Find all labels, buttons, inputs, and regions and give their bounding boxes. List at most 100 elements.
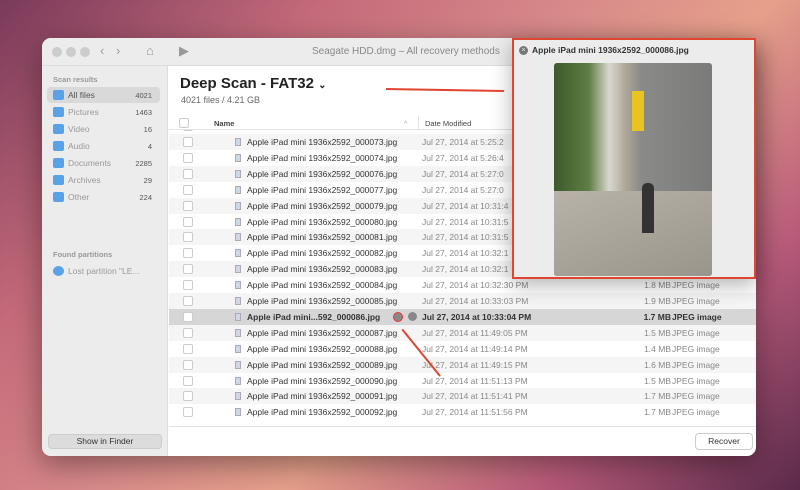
picture-icon: [53, 107, 64, 117]
minimize-window-button[interactable]: [66, 47, 76, 57]
image-file-icon: [235, 344, 241, 353]
file-name: Apple iPad mini 1936x2592_000092.jpg: [247, 407, 398, 418]
file-name: Apple iPad mini 1936x2592_000085.jpg: [247, 296, 398, 306]
sidebar-item-count: 2285: [135, 158, 152, 168]
file-date: Jul 27, 2014 at 11:51:13 PM: [422, 375, 528, 386]
folder-icon: [53, 192, 64, 202]
row-checkbox[interactable]: [183, 248, 193, 259]
archive-icon: [53, 175, 64, 185]
file-kind: JPEG image: [672, 296, 720, 306]
column-name[interactable]: Name: [214, 119, 234, 128]
file-name: Apple iPad mini 1936x2592_000083.jpg: [247, 264, 398, 275]
image-file-icon: [235, 281, 241, 290]
row-checkbox[interactable]: [183, 168, 193, 179]
table-row[interactable]: Apple iPad mini 1936x2592_000090.jpg Jul …: [169, 373, 756, 389]
row-checkbox[interactable]: [183, 343, 193, 354]
preview-popup: × Apple iPad mini 1936x2592_000086.jpg: [512, 38, 756, 279]
row-checkbox[interactable]: [183, 327, 193, 338]
file-size: 1.8 MB: [644, 280, 671, 291]
preview-eye-icon[interactable]: [393, 311, 403, 322]
chevron-down-icon: ⌄: [318, 80, 327, 91]
row-checkbox[interactable]: [183, 407, 193, 418]
table-row[interactable]: Apple iPad mini 1936x2592_000088.jpg Jul …: [169, 341, 756, 357]
row-checkbox[interactable]: [183, 375, 193, 386]
row-checkbox[interactable]: [183, 296, 193, 306]
file-date: Jul 27, 2014 at 11:49:14 PM: [422, 343, 528, 354]
row-checkbox[interactable]: [183, 216, 193, 227]
sidebar-item-count: 16: [143, 124, 152, 134]
table-row[interactable]: Apple iPad mini 1936x2592_000085.jpg Jul …: [169, 293, 756, 309]
sidebar-item-lost-partition[interactable]: Lost partition "LE...: [47, 263, 160, 279]
image-file-icon: [235, 217, 241, 226]
recover-button[interactable]: Recover: [695, 433, 753, 450]
sidebar-item-all-files[interactable]: All files 4021: [47, 87, 160, 103]
file-date: Jul 27, 2014 at 10:31:5: [422, 216, 509, 227]
zoom-window-button[interactable]: [80, 47, 90, 57]
partition-label: Lost partition "LE...: [68, 266, 140, 276]
sidebar-item-label: Archives: [68, 175, 101, 185]
show-in-finder-button[interactable]: Show in Finder: [48, 434, 162, 449]
preview-image: [554, 63, 712, 276]
file-kind: JPEG image: [672, 343, 720, 354]
file-date: Jul 27, 2014 at 10:32:30 PM: [422, 280, 529, 291]
row-checkbox[interactable]: [183, 232, 193, 243]
image-file-icon: [235, 249, 241, 258]
select-all-checkbox[interactable]: [179, 118, 189, 128]
row-checkbox[interactable]: [183, 359, 193, 370]
file-size: 1.7 MB: [644, 391, 671, 402]
forward-icon[interactable]: ›: [116, 43, 120, 58]
column-date-modified[interactable]: Date Modified: [425, 119, 471, 128]
row-checkbox[interactable]: [183, 280, 193, 291]
file-date: Jul 27, 2014 at 10:31:4: [422, 200, 509, 211]
table-row[interactable]: Apple iPad mini 1936x2592_000091.jpg Jul …: [169, 388, 756, 405]
image-file-icon: [235, 233, 241, 242]
preview-title: Apple iPad mini 1936x2592_000086.jpg: [532, 45, 689, 55]
close-window-button[interactable]: [52, 47, 62, 57]
file-date: Jul 27, 2014 at 11:51:56 PM: [422, 407, 528, 418]
row-checkbox[interactable]: [183, 137, 193, 147]
row-checkbox[interactable]: [183, 184, 193, 195]
page-title: Deep Scan - FAT32: [180, 75, 314, 92]
video-icon: [53, 124, 64, 134]
table-row[interactable]: Apple iPad mini 1936x2592_000087.jpg Jul …: [169, 324, 756, 341]
image-file-icon: [235, 201, 241, 210]
home-icon[interactable]: ⌂: [146, 43, 154, 58]
more-options-icon[interactable]: [408, 311, 417, 321]
sidebar-item-video[interactable]: Video 16: [47, 121, 160, 137]
table-row[interactable]: Apple iPad mini...592_000086.jpg Jul 27, …: [169, 308, 756, 325]
scan-summary: 4021 files / 4.21 GB: [181, 95, 261, 105]
table-row[interactable]: Apple iPad mini 1936x2592_000092.jpg Jul …: [169, 404, 756, 420]
sidebar-item-documents[interactable]: Documents 2285: [47, 155, 160, 171]
row-checkbox[interactable]: [183, 311, 193, 322]
row-checkbox[interactable]: [183, 264, 193, 275]
file-size: 1.6 MB: [644, 359, 671, 370]
sidebar-item-count: 1463: [135, 107, 152, 117]
file-name: Apple iPad mini 1936x2592_000091.jpg: [247, 391, 398, 402]
sidebar-item-archives[interactable]: Archives 29: [47, 172, 160, 188]
file-size: 1.7 MB: [644, 407, 671, 418]
table-row[interactable]: Apple iPad mini 1936x2592_000084.jpg Jul …: [169, 277, 756, 293]
close-preview-icon[interactable]: ×: [519, 46, 528, 55]
resume-icon[interactable]: ▶: [179, 43, 189, 59]
back-icon[interactable]: ‹: [100, 43, 104, 58]
row-checkbox[interactable]: [183, 130, 193, 131]
file-date: Jul 27, 2014 at 11:51:41 PM: [422, 391, 528, 402]
file-date: Jul 27, 2014 at 11:49:15 PM: [422, 359, 528, 370]
music-icon: [53, 141, 64, 151]
file-kind: JPEG image: [672, 375, 720, 386]
file-name: Apple iPad mini 1936x2592_000073.jpg: [247, 137, 398, 147]
row-checkbox[interactable]: [183, 152, 193, 163]
image-file-icon: [235, 138, 241, 146]
file-date: Jul 27, 2014 at 5:27:0: [422, 168, 504, 179]
file-name: Apple iPad mini 1936x2592_000076.jpg: [247, 168, 398, 179]
sidebar-item-pictures[interactable]: Pictures 1463: [47, 104, 160, 120]
table-row[interactable]: Apple iPad mini 1936x2592_000089.jpg Jul …: [169, 356, 756, 373]
scan-title-dropdown[interactable]: Deep Scan - FAT32 ⌄: [180, 75, 327, 92]
sidebar-item-other[interactable]: Other 224: [47, 189, 160, 205]
row-checkbox[interactable]: [183, 200, 193, 211]
sidebar-item-label: Documents: [68, 158, 111, 168]
row-checkbox[interactable]: [183, 391, 193, 402]
scan-results-heading: Scan results: [53, 75, 98, 84]
file-name: Apple iPad mini 1936x2592_000082.jpg: [247, 248, 398, 259]
sidebar-item-audio[interactable]: Audio 4: [47, 138, 160, 154]
